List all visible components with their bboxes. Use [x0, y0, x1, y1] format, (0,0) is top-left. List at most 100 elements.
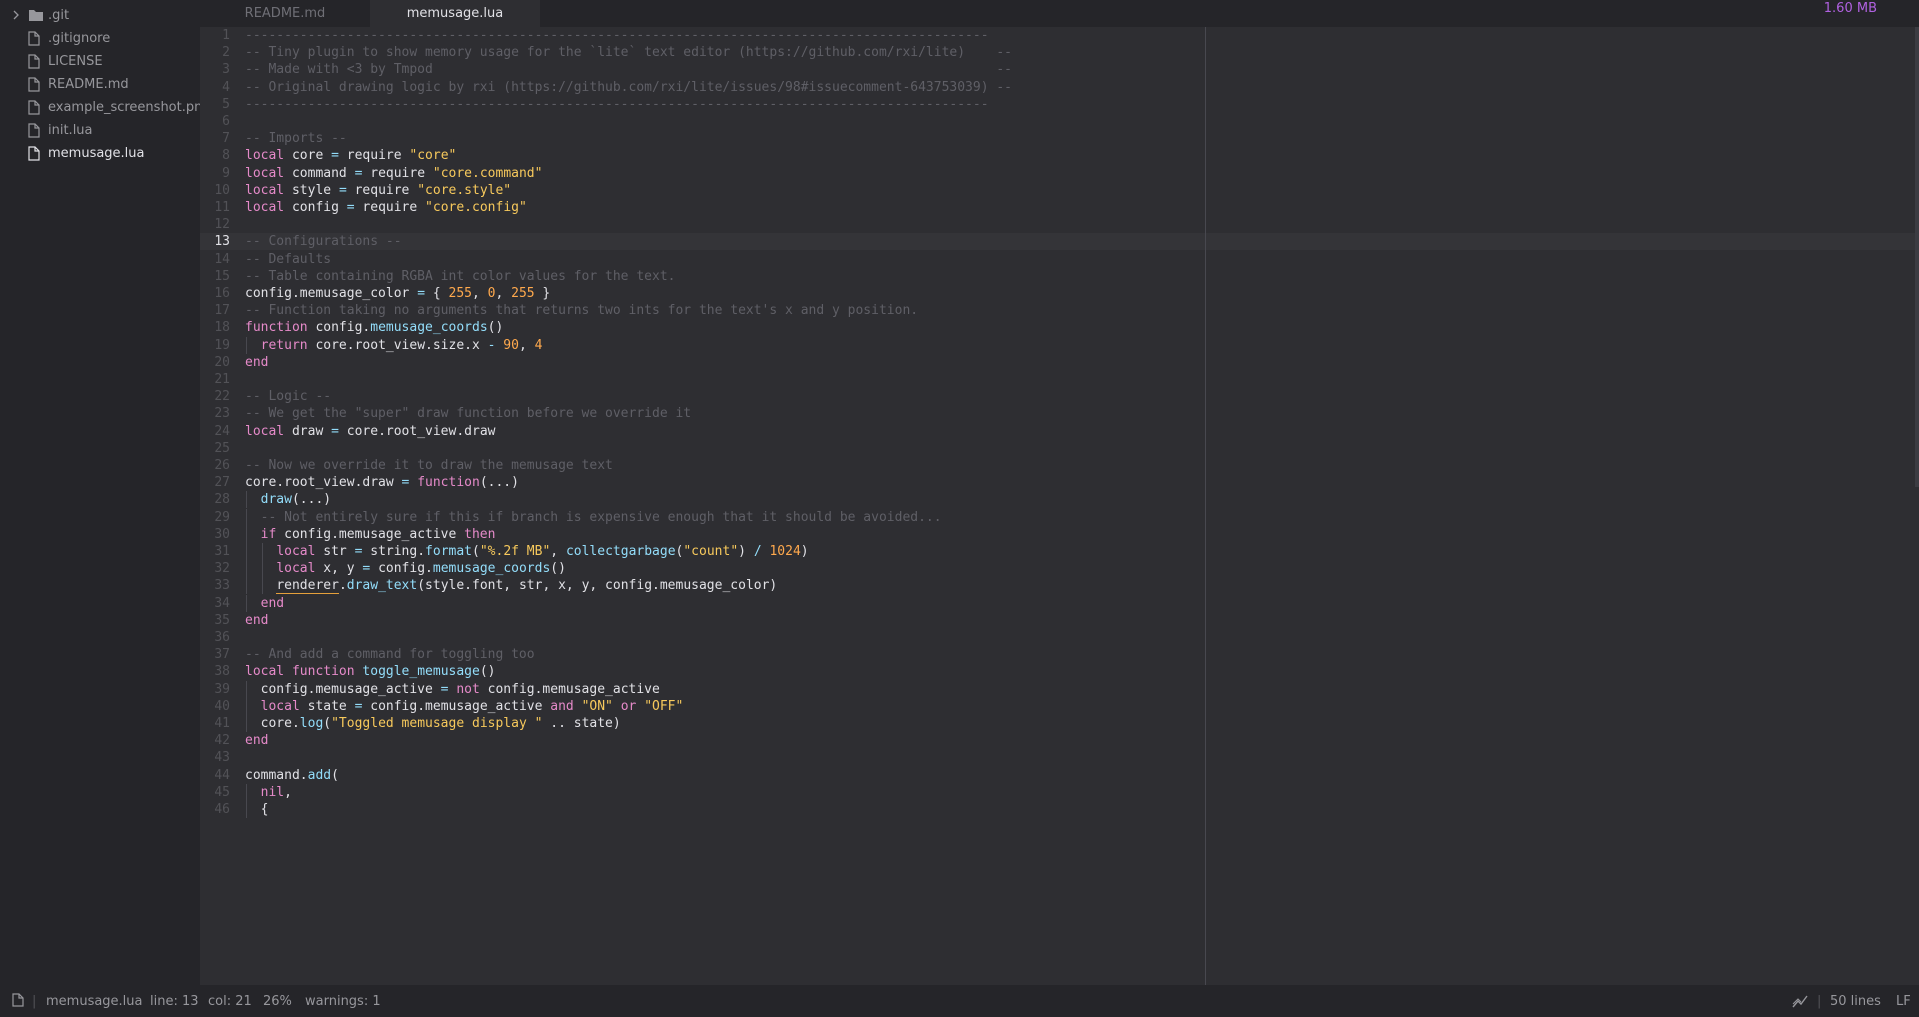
- code-line[interactable]: 42 end: [200, 732, 1919, 749]
- code-text: core.log("Toggled memusage display " .. …: [245, 716, 621, 731]
- tab-readme[interactable]: README.md: [200, 0, 370, 27]
- code-line[interactable]: 14 -- Defaults: [200, 251, 1919, 268]
- tree-item[interactable]: .git: [0, 4, 200, 27]
- tree-item[interactable]: .gitignore: [0, 27, 200, 50]
- code-line[interactable]: 35 end: [200, 612, 1919, 629]
- tab-label: memusage.lua: [406, 6, 504, 21]
- code-line[interactable]: 11 local config = require "core.config": [200, 199, 1919, 216]
- code-line[interactable]: 43: [200, 749, 1919, 766]
- file-icon: [28, 54, 42, 69]
- code-text: -- And add a command for toggling too: [245, 647, 535, 662]
- code-line[interactable]: 15 -- Table containing RGBA int color val…: [200, 268, 1919, 285]
- line-length-ruler: [1205, 27, 1206, 985]
- file-icon: [28, 31, 42, 46]
- code-line[interactable]: 30 if config.memusage_active then: [200, 526, 1919, 543]
- code-line[interactable]: 5 ---------------------------------------…: [200, 96, 1919, 113]
- code-text: if config.memusage_active then: [260, 527, 496, 542]
- code-line[interactable]: 22 -- Logic --: [200, 388, 1919, 405]
- code-line[interactable]: 7 -- Imports --: [200, 130, 1919, 147]
- line-number: 43: [214, 750, 230, 765]
- code-line[interactable]: 2 -- Tiny plugin to show memory usage for…: [200, 44, 1919, 61]
- line-number: 26: [214, 458, 230, 473]
- line-number: 11: [214, 200, 230, 215]
- code-line[interactable]: 38 local function toggle_memusage(): [200, 663, 1919, 680]
- tree-item-label: .git: [48, 8, 70, 23]
- code-line[interactable]: 37 -- And add a command for toggling too: [200, 646, 1919, 663]
- code-line[interactable]: 27 core.root_view.draw = function(...): [200, 474, 1919, 491]
- code-text: -- Table containing RGBA int color value…: [245, 269, 676, 284]
- line-number: 30: [214, 527, 230, 542]
- code-text: -- Logic --: [245, 389, 332, 404]
- code-text: return core.root_view.size.x - 90, 4: [260, 338, 543, 353]
- code-line[interactable]: 25: [200, 440, 1919, 457]
- chevron-right-icon[interactable]: [10, 8, 22, 22]
- code-line[interactable]: 26 -- Now we override it to draw the memu…: [200, 457, 1919, 474]
- code-line[interactable]: 24 local draw = core.root_view.draw: [200, 423, 1919, 440]
- code-line[interactable]: 34 end: [200, 595, 1919, 612]
- code-line[interactable]: 36: [200, 629, 1919, 646]
- code-line[interactable]: 41 core.log("Toggled memusage display " …: [200, 715, 1919, 732]
- line-number: 35: [214, 613, 230, 628]
- code-line[interactable]: 16 config.memusage_color = { 255, 0, 255 …: [200, 285, 1919, 302]
- status-line[interactable]: line: 13: [150, 994, 199, 1009]
- line-number: 39: [214, 682, 230, 697]
- code-line[interactable]: 17 -- Function taking no arguments that r…: [200, 302, 1919, 319]
- code-line[interactable]: 21: [200, 371, 1919, 388]
- code-line[interactable]: 8 local core = require "core": [200, 147, 1919, 164]
- tree-item[interactable]: LICENSE: [0, 50, 200, 73]
- line-number: 9: [222, 166, 230, 181]
- code-line[interactable]: 40 local state = config.memusage_active …: [200, 698, 1919, 715]
- line-number: 2: [222, 45, 230, 60]
- code-line[interactable]: 9 local command = require "core.command": [200, 165, 1919, 182]
- tree-item[interactable]: init.lua: [0, 119, 200, 142]
- code-line[interactable]: 19 return core.root_view.size.x - 90, 4: [200, 337, 1919, 354]
- line-number: 6: [222, 114, 230, 129]
- status-line-ending[interactable]: LF: [1896, 994, 1911, 1009]
- code-line[interactable]: 32 local x, y = config.memusage_coords(): [200, 560, 1919, 577]
- code-line[interactable]: 12: [200, 216, 1919, 233]
- tab-memusage[interactable]: memusage.lua: [370, 0, 540, 27]
- tree-item-label: example_screenshot.png: [48, 100, 200, 115]
- status-filename: memusage.lua: [46, 994, 143, 1009]
- code-text: local function toggle_memusage(): [245, 664, 496, 679]
- code-line[interactable]: 45 nil,: [200, 784, 1919, 801]
- tree-item[interactable]: memusage.lua: [0, 142, 200, 165]
- status-warnings[interactable]: warnings: 1: [305, 994, 381, 1009]
- code-line[interactable]: 46 {: [200, 801, 1919, 818]
- line-number: 45: [214, 785, 230, 800]
- code-text: -- Now we override it to draw the memusa…: [245, 458, 613, 473]
- editor-scrollbar[interactable]: [1915, 27, 1919, 487]
- line-number: 19: [214, 338, 230, 353]
- code-line[interactable]: 28 draw(...): [200, 491, 1919, 508]
- status-col[interactable]: col: 21: [208, 994, 252, 1009]
- code-line[interactable]: 13 -- Configurations --: [200, 233, 1919, 250]
- code-text: -- Defaults: [245, 252, 332, 267]
- line-number: 23: [214, 406, 230, 421]
- code-line[interactable]: 23 -- We get the "super" draw function be…: [200, 405, 1919, 422]
- code-line[interactable]: 10 local style = require "core.style": [200, 182, 1919, 199]
- code-line[interactable]: 29 -- Not entirely sure if this if branc…: [200, 509, 1919, 526]
- code-line[interactable]: 6: [200, 113, 1919, 130]
- code-text: config.memusage_active = not config.memu…: [245, 682, 660, 697]
- code-line[interactable]: 20 end: [200, 354, 1919, 371]
- line-number: 12: [214, 217, 230, 232]
- code-line[interactable]: 31 local str = string.format("%.2f MB", …: [200, 543, 1919, 560]
- code-editor[interactable]: 1 ---------------------------------------…: [200, 27, 1919, 985]
- code-text: -- Original drawing logic by rxi (https:…: [245, 80, 1013, 95]
- code-text: local state = config.memusage_active and…: [260, 699, 684, 714]
- line-number: 7: [222, 131, 230, 146]
- code-line[interactable]: 44 command.add(: [200, 767, 1919, 784]
- code-text: draw(...): [260, 492, 332, 507]
- code-text: -- Not entirely sure if this if branch i…: [260, 510, 942, 525]
- code-line[interactable]: 4 -- Original drawing logic by rxi (https…: [200, 79, 1919, 96]
- code-line[interactable]: 18 function config.memusage_coords(): [200, 319, 1919, 336]
- code-line[interactable]: 39 config.memusage_active = not config.m…: [200, 681, 1919, 698]
- code-line[interactable]: 1 ---------------------------------------…: [200, 27, 1919, 44]
- code-line[interactable]: 33 renderer.draw_text(style.font, str, x…: [200, 577, 1919, 594]
- code-text: ----------------------------------------…: [245, 97, 989, 112]
- line-number: 33: [214, 578, 230, 593]
- line-number: 38: [214, 664, 230, 679]
- code-line[interactable]: 3 -- Made with <3 by Tmpod --: [200, 61, 1919, 78]
- tree-item[interactable]: example_screenshot.png: [0, 96, 200, 119]
- tree-item[interactable]: README.md: [0, 73, 200, 96]
